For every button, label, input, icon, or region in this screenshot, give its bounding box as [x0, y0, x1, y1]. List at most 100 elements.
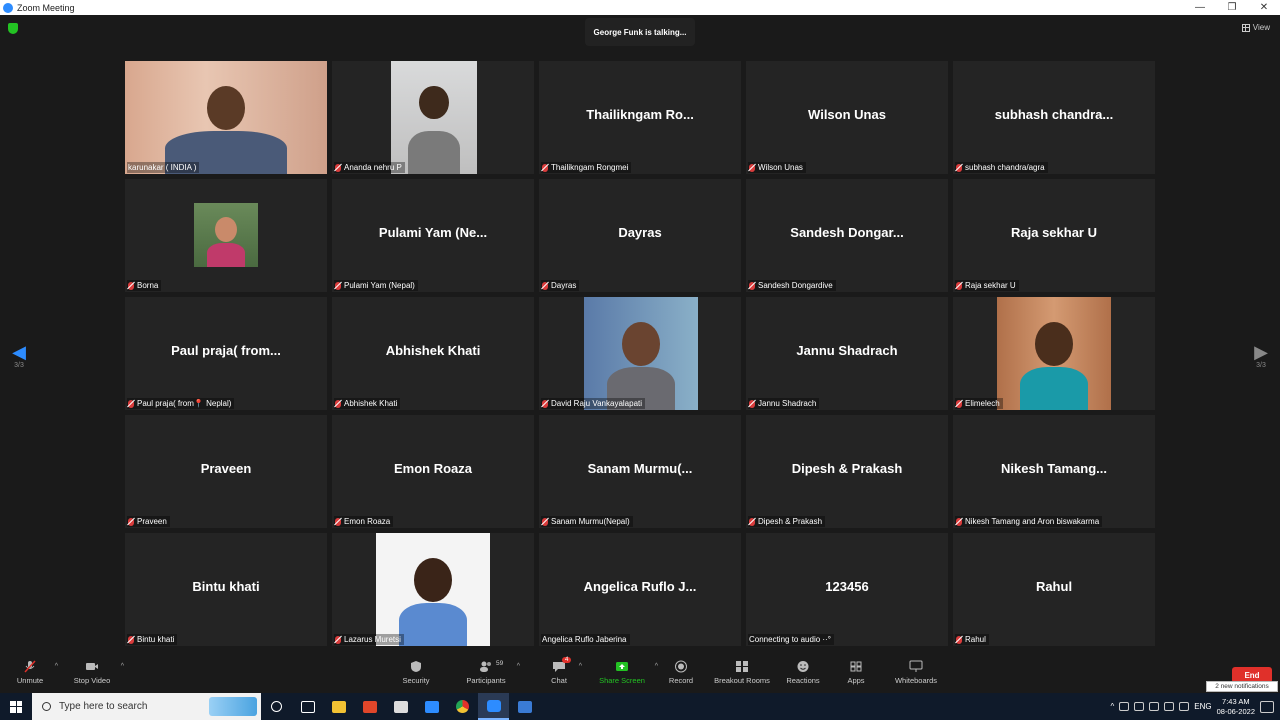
store-icon[interactable] — [385, 693, 416, 720]
next-page-button[interactable]: ▶ 3/3 — [1251, 342, 1271, 369]
muted-mic-icon — [749, 281, 755, 290]
participant-name-label: Elimelech — [955, 398, 1003, 409]
chat-label: Chat — [551, 676, 567, 685]
participants-button[interactable]: Participants 59 ^ — [462, 660, 520, 685]
participant-tile[interactable]: David Raju Vankayalapati — [539, 297, 741, 410]
task-view-icon[interactable] — [292, 693, 323, 720]
wifi-icon[interactable] — [1179, 702, 1190, 711]
participant-tile[interactable]: Angelica Ruflo J... Angelica Ruflo Jaberi… — [539, 533, 741, 646]
chrome-icon[interactable] — [447, 693, 478, 720]
participant-name-label: Thailikngam Rongmei — [541, 162, 632, 173]
participant-tile[interactable]: Abhishek Khati Abhishek Khati — [332, 297, 534, 410]
participant-video — [194, 203, 258, 267]
participant-tile[interactable]: Praveen Praveen — [125, 415, 327, 528]
start-button[interactable] — [0, 693, 32, 720]
view-button[interactable]: View — [1241, 23, 1270, 32]
network-tray-icon[interactable] — [1119, 702, 1130, 711]
chat-button[interactable]: Chat 4 ^ — [546, 657, 582, 685]
muted-mic-icon — [128, 399, 134, 408]
breakout-rooms-button[interactable]: Breakout Rooms — [712, 660, 772, 685]
window-titlebar: Zoom Meeting — ❐ ✕ — [0, 0, 1280, 15]
reactions-button[interactable]: Reactions — [784, 660, 822, 685]
participant-tile[interactable]: Ananda nehru P — [332, 61, 534, 174]
show-hidden-icons-icon[interactable]: ^ — [1111, 702, 1115, 711]
apps-label: Apps — [847, 676, 865, 685]
participant-display-name: Sanam Murmu(... — [587, 461, 693, 476]
video-options-caret-icon[interactable]: ^ — [121, 663, 124, 670]
participant-tile[interactable]: Dipesh & Prakash Dipesh & Prakash — [746, 415, 948, 528]
taskbar-clock[interactable]: 7:43 AM 08-06-2022 — [1217, 697, 1255, 717]
security-button[interactable]: Security — [398, 660, 434, 685]
participant-tile[interactable]: karunakar ( INDIA ) — [125, 61, 327, 174]
apps-button[interactable]: Apps — [844, 660, 868, 685]
maximize-button[interactable]: ❐ — [1216, 0, 1248, 15]
participants-caret-icon[interactable]: ^ — [517, 663, 520, 670]
record-icon — [675, 660, 687, 673]
mail-icon[interactable] — [416, 693, 447, 720]
prev-page-button[interactable]: ◀ 3/3 — [9, 342, 29, 369]
record-button[interactable]: Record — [666, 660, 696, 685]
record-label: Record — [668, 676, 694, 685]
chat-unread-badge: 4 — [562, 657, 572, 663]
participant-video — [125, 61, 327, 174]
audio-options-caret-icon[interactable]: ^ — [55, 663, 58, 670]
participant-tile[interactable]: Wilson Unas Wilson Unas — [746, 61, 948, 174]
stop-video-label: Stop Video — [73, 676, 111, 685]
participant-tile[interactable]: Borna — [125, 179, 327, 292]
language-indicator[interactable]: ENG — [1194, 702, 1211, 711]
volume-icon[interactable] — [1164, 702, 1175, 711]
zoom-taskbar-icon[interactable] — [478, 693, 509, 720]
participant-tile[interactable]: Pulami Yam (Ne... Pulami Yam (Nepal) — [332, 179, 534, 292]
notification-tooltip[interactable]: 2 new notifications — [1206, 681, 1278, 692]
participant-tile[interactable]: Sanam Murmu(... Sanam Murmu(Nepal) — [539, 415, 741, 528]
participant-tile[interactable]: Jannu Shadrach Jannu Shadrach — [746, 297, 948, 410]
participant-name-text: David Raju Vankayalapati — [551, 399, 643, 408]
participant-display-name: Abhishek Khati — [385, 343, 481, 358]
muted-mic-icon — [24, 660, 36, 673]
participant-tile[interactable]: Lazarus Muretsi — [332, 533, 534, 646]
participant-name-text: Borna — [137, 281, 159, 290]
encryption-shield-icon[interactable] — [8, 23, 18, 34]
share-screen-button[interactable]: Share Screen ^ — [596, 660, 658, 685]
minimize-button[interactable]: — — [1184, 0, 1216, 15]
share-screen-label: Share Screen — [599, 676, 645, 685]
participants-label: Participants — [466, 676, 506, 685]
share-options-caret-icon[interactable]: ^ — [655, 663, 658, 670]
participant-display-name: Raja sekhar U — [1011, 225, 1097, 240]
participant-display-name: Praveen — [200, 461, 252, 476]
muted-mic-icon — [128, 281, 134, 290]
muted-mic-icon — [335, 635, 341, 644]
battery-icon[interactable] — [1149, 702, 1160, 711]
stop-video-button[interactable]: Stop Video ^ — [70, 660, 124, 685]
action-center-icon[interactable] — [1260, 700, 1274, 713]
close-button[interactable]: ✕ — [1248, 0, 1280, 15]
file-explorer-icon[interactable] — [323, 693, 354, 720]
photos-icon[interactable] — [509, 693, 540, 720]
participant-tile[interactable]: Raja sekhar U Raja sekhar U — [953, 179, 1155, 292]
windows-taskbar: Type here to search ^ ENG 7:43 AM 08-06-… — [0, 693, 1280, 720]
participant-tile[interactable]: 123456 Connecting to audio ··° — [746, 533, 948, 646]
participant-display-name: Nikesh Tamang... — [1001, 461, 1107, 476]
participant-tile[interactable]: Nikesh Tamang... Nikesh Tamang and Aron b… — [953, 415, 1155, 528]
office-icon[interactable] — [354, 693, 385, 720]
muted-mic-icon — [956, 163, 962, 172]
participant-tile[interactable]: Elimelech — [953, 297, 1155, 410]
taskbar-search-box[interactable]: Type here to search — [32, 693, 261, 720]
unmute-button[interactable]: Unmute ^ — [12, 660, 58, 685]
participant-display-name: Paul praja( from... — [171, 343, 281, 358]
onedrive-icon[interactable] — [1134, 702, 1145, 711]
whiteboards-button[interactable]: Whiteboards — [892, 660, 940, 685]
muted-mic-icon — [956, 517, 962, 526]
participant-tile[interactable]: Paul praja( from... Paul praja( from📍 Nep… — [125, 297, 327, 410]
participant-tile[interactable]: subhash chandra... subhash chandra/agra — [953, 61, 1155, 174]
participant-name-text: Dayras — [551, 281, 577, 290]
participant-tile[interactable]: Sandesh Dongar... Sandesh Dongardive — [746, 179, 948, 292]
share-screen-icon — [616, 662, 628, 671]
chat-caret-icon[interactable]: ^ — [579, 663, 582, 670]
participant-tile[interactable]: Dayras Dayras — [539, 179, 741, 292]
participant-tile[interactable]: Rahul Rahul — [953, 533, 1155, 646]
participant-tile[interactable]: Thailikngam Ro... Thailikngam Rongmei — [539, 61, 741, 174]
participant-tile[interactable]: Bintu khati Bintu khati — [125, 533, 327, 646]
participant-tile[interactable]: Emon Roaza Emon Roaza — [332, 415, 534, 528]
cortana-icon[interactable] — [261, 693, 292, 720]
